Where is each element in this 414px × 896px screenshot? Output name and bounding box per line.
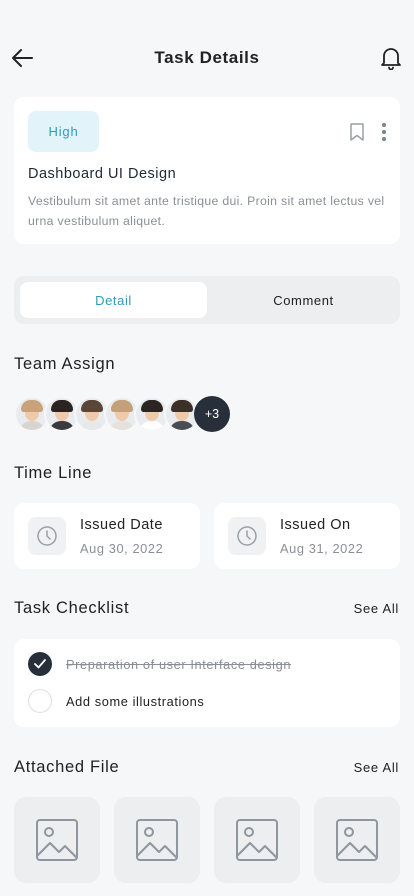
clock-icon [28,517,66,555]
task-checklist: Preparation of user Interface design Add… [14,639,400,727]
checklist-item[interactable]: Add some illustrations [28,689,204,713]
checklist-item[interactable]: Preparation of user Interface design [28,652,291,676]
clock-icon [228,517,266,555]
image-icon [36,819,78,861]
checkbox-checked[interactable] [28,652,52,676]
task-card: High Dashboard UI Design Vestibulum sit … [14,97,400,244]
task-description: Vestibulum sit amet ante tristique dui. … [28,194,385,228]
team-assign-heading: Team Assign [14,355,116,373]
issued-date-value: Aug 30, 2022 [80,541,164,556]
check-icon [34,659,46,669]
attachment-thumbnail[interactable] [214,797,300,883]
issued-on-label: Issued On [280,517,351,533]
timeline-heading: Time Line [14,464,93,482]
checklist-see-all-link[interactable]: See All [354,601,399,616]
image-icon [236,819,278,861]
more-vertical-icon[interactable] [380,122,388,142]
tab-comment[interactable]: Comment [210,282,397,318]
page-title: Task Details [154,48,260,67]
attachments-see-all-link[interactable]: See All [354,760,399,775]
issued-date-label: Issued Date [80,517,163,533]
image-icon [136,819,178,861]
task-checklist-heading: Task Checklist [14,599,130,617]
attachment-thumbnail[interactable] [14,797,100,883]
tab-bar: Detail Comment [14,276,400,324]
more-members-badge[interactable]: +3 [194,396,230,432]
tab-detail[interactable]: Detail [20,282,207,318]
checklist-item-text: Preparation of user Interface design [66,656,292,672]
attached-file-heading: Attached File [14,758,120,776]
issued-date-card: Issued Date Aug 30, 2022 [14,503,200,569]
bookmark-icon[interactable] [349,123,365,141]
checkbox-unchecked[interactable] [28,689,52,713]
checklist-item-text: Add some illustrations [66,693,205,709]
app-header: Task Details [0,36,414,80]
image-icon [336,819,378,861]
priority-badge: High [28,111,99,152]
task-title: Dashboard UI Design [28,166,177,182]
issued-on-card: Issued On Aug 31, 2022 [214,503,400,569]
bell-icon[interactable] [380,46,402,70]
issued-on-value: Aug 31, 2022 [280,541,364,556]
attachment-thumbnail[interactable] [314,797,400,883]
attachment-thumbnail[interactable] [114,797,200,883]
arrow-left-icon[interactable] [10,45,36,71]
